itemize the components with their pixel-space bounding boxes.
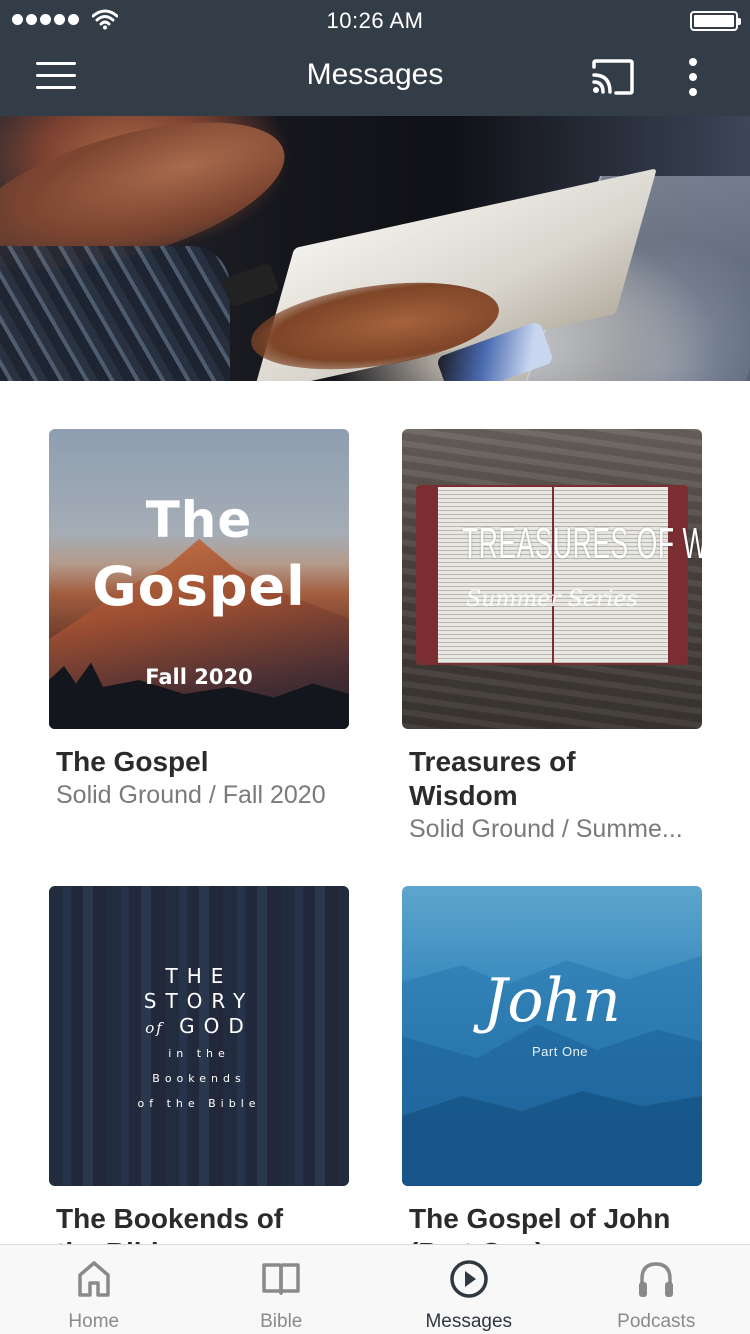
tab-podcasts[interactable]: Podcasts [563,1245,750,1334]
navigation-bar: Messages [0,40,750,116]
cast-icon[interactable] [590,58,636,96]
artwork-text: Fall 2020 [145,665,253,689]
tab-label: Home [68,1311,120,1332]
series-card-gospel-of-john[interactable]: John Part One The Gospel of John (Part O… [402,886,702,1270]
series-artwork: The Gospel Fall 2020 [49,429,349,729]
tab-label: Messages [425,1311,513,1332]
artwork-text: TREASURES OF WISDOM [462,519,702,568]
book-icon [262,1263,300,1295]
artwork-text: of the Bible [137,1097,261,1110]
tab-bar: Home Bible Messages Podcasts [0,1244,750,1334]
series-title: Treasures of Wisdom [409,746,576,811]
series-title: The Gospel [56,746,209,777]
play-circle-icon [450,1260,488,1298]
series-subtitle: Solid Ground / Summe... [409,815,683,843]
tab-label: Podcasts [617,1311,696,1332]
status-bar: 10:26 AM [0,0,750,40]
tab-home[interactable]: Home [0,1245,188,1334]
artwork-text: The [145,491,253,549]
artwork-text: Bookends [152,1072,246,1085]
series-artwork: THE STORY of GOD in the Bookends of the … [49,886,349,1186]
headphones-icon [639,1262,674,1297]
tab-label: Bible [260,1311,303,1332]
series-artwork: TREASURES OF WISDOM Summer Series [402,429,702,729]
artwork-text: John [483,966,621,1036]
series-card-bookends-of-the-bible[interactable]: THE STORY of GOD in the Bookends of the … [49,886,349,1270]
battery-icon [690,11,741,31]
artwork-text: Summer Series [466,587,638,612]
artwork-text: STORY [143,989,255,1013]
artwork-text: Part One [532,1044,589,1059]
series-card-treasures-of-wisdom[interactable]: TREASURES OF WISDOM Summer Series Treasu… [402,429,702,845]
series-artwork: John Part One [402,886,702,1186]
artwork-text: GOD [179,1014,253,1038]
artwork-text: Gospel [92,555,306,618]
artwork-text: THE [165,964,233,988]
more-vertical-icon[interactable] [680,56,706,98]
series-card-the-gospel[interactable]: The Gospel Fall 2020 The Gospel Solid Gr… [49,429,349,811]
status-time: 10:26 AM [326,8,424,33]
hero-banner-image [0,116,750,381]
artwork-text: of [145,1019,164,1037]
tab-messages[interactable]: Messages [375,1245,563,1334]
page-title: Messages [306,58,444,91]
tab-bible[interactable]: Bible [188,1245,376,1334]
home-icon [78,1261,110,1297]
series-subtitle: Solid Ground / Fall 2020 [56,781,326,809]
artwork-text: in the [168,1047,230,1060]
